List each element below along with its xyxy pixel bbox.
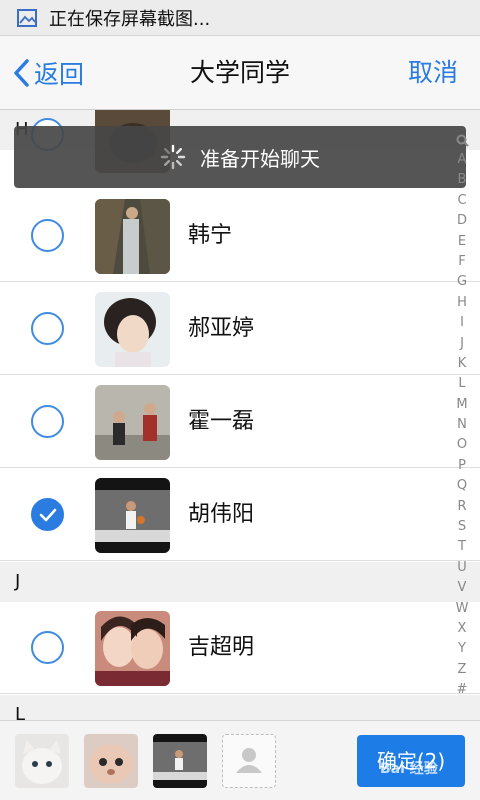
- avatar: [95, 385, 170, 460]
- index-letter[interactable]: T: [458, 537, 466, 557]
- image-icon: [17, 8, 37, 27]
- select-radio[interactable]: [31, 405, 64, 438]
- index-letter[interactable]: Y: [458, 639, 466, 659]
- loading-toast: 准备开始聊天: [14, 126, 466, 188]
- chevron-left-icon: [14, 59, 29, 87]
- avatar: [95, 199, 170, 274]
- contact-name: 吉超明: [188, 635, 255, 660]
- index-letter[interactable]: F: [458, 252, 465, 272]
- toast-text: 准备开始聊天: [200, 146, 320, 171]
- index-letter[interactable]: H: [457, 293, 467, 313]
- index-letter[interactable]: O: [457, 435, 467, 455]
- search-icon[interactable]: [456, 130, 469, 150]
- status-text: 正在保存屏幕截图...: [49, 8, 211, 30]
- list-item[interactable]: 韩宁: [0, 190, 480, 282]
- back-button[interactable]: 返回: [12, 36, 84, 110]
- index-letter[interactable]: R: [457, 497, 466, 517]
- back-button-label: 返回: [34, 60, 85, 89]
- index-letter[interactable]: D: [457, 211, 467, 231]
- person-placeholder-icon: [236, 748, 262, 773]
- index-letter[interactable]: U: [457, 558, 467, 578]
- index-letter[interactable]: X: [458, 619, 467, 639]
- contact-name: 韩宁: [188, 223, 233, 248]
- contact-name: 霍一磊: [188, 409, 255, 434]
- checkmark-icon: [39, 508, 57, 522]
- index-letter[interactable]: Z: [458, 660, 467, 680]
- index-letter[interactable]: L: [458, 374, 465, 394]
- index-letter[interactable]: A: [458, 150, 467, 170]
- list-item[interactable]: 霍一磊: [0, 376, 480, 468]
- select-radio-checked[interactable]: [31, 498, 64, 531]
- empty-slot: [222, 734, 276, 788]
- index-letter[interactable]: G: [457, 272, 467, 292]
- index-letter[interactable]: C: [457, 191, 466, 211]
- selected-avatar[interactable]: [15, 734, 69, 788]
- selected-avatar[interactable]: [84, 734, 138, 788]
- select-radio[interactable]: [31, 219, 64, 252]
- index-letter[interactable]: P: [458, 456, 466, 476]
- nav-bar: 大学同学 返回 取消: [0, 36, 480, 110]
- list-item[interactable]: 胡伟阳: [0, 469, 480, 561]
- spinner-icon: [160, 144, 186, 170]
- index-letter[interactable]: B: [458, 170, 467, 190]
- avatar: [95, 611, 170, 686]
- status-bar: 正在保存屏幕截图...: [0, 0, 480, 36]
- index-letter[interactable]: K: [458, 354, 467, 374]
- index-letter[interactable]: J: [460, 334, 464, 354]
- cancel-button[interactable]: 取消: [408, 36, 458, 110]
- contact-name: 郝亚婷: [188, 316, 255, 341]
- watermark: Bai 经验: [380, 761, 438, 777]
- select-radio[interactable]: [31, 312, 64, 345]
- list-item[interactable]: 郝亚婷: [0, 283, 480, 375]
- section-header-l: L: [0, 695, 480, 720]
- select-radio[interactable]: [31, 631, 64, 664]
- section-header-j: J: [0, 562, 480, 602]
- list-item[interactable]: 吉超明: [0, 602, 480, 694]
- index-letter[interactable]: Q: [457, 476, 467, 496]
- contact-name: 胡伟阳: [188, 502, 255, 527]
- avatar: [95, 478, 170, 553]
- selected-avatar[interactable]: [153, 734, 207, 788]
- index-letter[interactable]: #: [457, 680, 468, 700]
- index-letter[interactable]: S: [458, 517, 466, 537]
- avatar: [95, 292, 170, 367]
- index-letter[interactable]: W: [456, 599, 469, 619]
- index-letter[interactable]: E: [458, 232, 466, 252]
- alphabet-index[interactable]: A B C D E F G H I J K L M N O P Q R S T U V W X Y Z #: [448, 130, 476, 706]
- index-letter[interactable]: N: [457, 415, 467, 435]
- index-letter[interactable]: I: [460, 313, 464, 333]
- index-letter[interactable]: M: [456, 395, 467, 415]
- contact-list[interactable]: H 韩宁 郝亚婷: [0, 110, 480, 720]
- index-letter[interactable]: V: [458, 578, 467, 598]
